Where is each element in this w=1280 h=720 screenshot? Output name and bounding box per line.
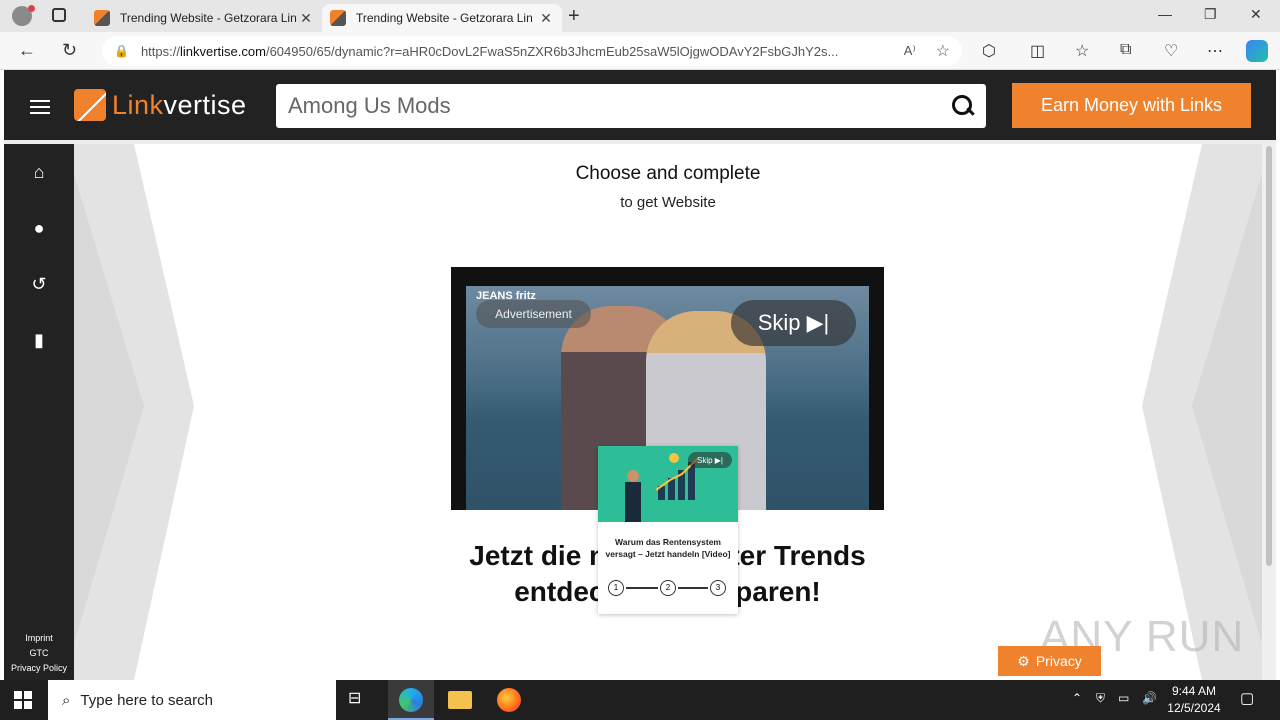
more-menu-icon[interactable]: ⋯ [1207,41,1223,61]
web-page: Linkvertise Among Us Mods Earn Money wit… [4,70,1276,680]
volume-icon[interactable]: 🔊 [1142,691,1157,705]
step-2: 2 [660,580,676,596]
video-popup[interactable]: Skip ▶| Warum das Rentensystem versagt –… [598,446,738,614]
edge-taskbar-button[interactable] [388,680,434,720]
browser-tabstrip: Trending Website - Getzorara Lin ✕ Trend… [0,0,1280,32]
windows-taskbar: ⌕ Type here to search ⊟ ⌃ ⛨ ▭ 🔊 9:44 AM … [0,680,1280,720]
close-tab-icon[interactable]: ✕ [538,10,554,27]
logo-mark-icon [74,89,106,121]
minimize-icon[interactable]: — [1158,6,1172,22]
lock-icon[interactable]: 🔒 [114,44,129,58]
tab-actions-icon[interactable] [52,8,66,22]
search-icon: ⌕ [62,691,71,709]
privacy-policy-link[interactable]: Privacy Policy [4,661,74,676]
file-explorer-icon[interactable] [448,691,472,709]
performance-icon[interactable]: ♡ [1164,41,1178,61]
scrollbar-thumb[interactable] [1266,146,1272,566]
search-value: Among Us Mods [288,93,451,118]
close-window-icon[interactable]: ✕ [1250,6,1262,23]
history-icon[interactable]: ↺ [29,274,49,294]
new-tab-icon[interactable]: + [568,5,580,28]
search-input[interactable]: Among Us Mods [276,84,986,128]
page-subtitle: to get Website [620,194,716,211]
browser-toolbar: ← ↻ 🔒 https://linkvertise.com/604950/65/… [0,32,1280,70]
tray-chevron-icon[interactable]: ⌃ [1072,691,1082,705]
system-clock[interactable]: 9:44 AM 12/5/2024 [1166,683,1222,717]
popup-title[interactable]: Warum das Rentensystem versagt – Jetzt h… [602,536,734,560]
hamburger-menu-icon[interactable] [30,100,50,118]
collections-icon[interactable]: ⧉ [1120,41,1131,59]
main-content: Choose and complete to get Website JEANS… [74,144,1262,680]
search-icon[interactable] [952,95,974,117]
read-aloud-icon[interactable]: A⁾ [904,43,916,59]
bookmark-icon[interactable]: ▮ [29,330,49,350]
task-view-icon[interactable]: ⊟ [348,688,372,712]
earn-money-button[interactable]: Earn Money with Links [1012,83,1251,128]
footer-links: Imprint GTC Privacy Policy [4,631,74,676]
copilot-icon[interactable] [1246,40,1268,62]
refresh-icon[interactable]: ↻ [62,40,77,61]
split-screen-icon[interactable]: ◫ [1030,41,1045,61]
advertisement-label: Advertisement [476,300,591,328]
favorite-star-icon[interactable]: ☆ [936,41,950,61]
home-icon[interactable]: ⌂ [29,162,49,182]
notification-dot [28,5,35,12]
popup-steps: 1 2 3 [608,580,728,596]
page-title: Choose and complete [575,163,761,184]
right-chevron-decoration [1142,144,1262,680]
step-connector [678,587,708,589]
restore-icon[interactable]: ❐ [1204,6,1217,23]
extensions-icon[interactable]: ⬡ [982,41,996,61]
tab-title: Trending Website - Getzorara Lin [120,11,297,25]
url-text: https://linkvertise.com/604950/65/dynami… [140,43,839,59]
edge-icon [399,688,423,712]
close-tab-icon[interactable]: ✕ [298,10,314,27]
linkvertise-favicon [94,10,110,26]
gear-icon: ⚙ [1017,652,1030,669]
privacy-button[interactable]: ⚙ Privacy [998,646,1101,676]
imprint-link[interactable]: Imprint [4,631,74,646]
linkvertise-favicon [330,10,346,26]
scrollbar[interactable] [1262,144,1276,680]
notifications-icon[interactable]: ▢ [1240,689,1254,707]
step-3: 3 [710,580,726,596]
gtc-link[interactable]: GTC [4,646,74,661]
back-icon[interactable]: ← [18,40,36,61]
tab-title: Trending Website - Getzorara Lin [356,11,533,25]
favorites-icon[interactable]: ☆ [1075,41,1089,61]
skip-ad-button[interactable]: Skip ▶| [731,300,856,346]
step-1: 1 [608,580,624,596]
site-header: Linkvertise Among Us Mods Earn Money wit… [4,70,1276,140]
popup-image[interactable]: Skip ▶| [598,446,738,522]
popup-skip-button[interactable]: Skip ▶| [688,452,732,468]
browser-tab-1[interactable]: Trending Website - Getzorara Lin ✕ [86,4,322,32]
address-bar[interactable]: 🔒 https://linkvertise.com/604950/65/dyna… [102,36,962,66]
step-connector [626,587,658,589]
user-icon[interactable]: ● [29,218,49,238]
left-chevron-decoration [74,144,194,680]
left-sidebar: ⌂ ● ↺ ▮ Imprint GTC Privacy Policy [4,144,74,680]
network-icon[interactable]: ▭ [1118,691,1129,705]
firefox-icon[interactable] [497,688,521,712]
windows-start-icon[interactable] [14,691,32,709]
taskbar-search-input[interactable]: ⌕ Type here to search [48,680,336,720]
security-tray-icon[interactable]: ⛨ [1096,691,1105,706]
browser-tab-2[interactable]: Trending Website - Getzorara Lin ✕ [322,4,562,32]
linkvertise-logo[interactable]: Linkvertise [74,89,247,121]
